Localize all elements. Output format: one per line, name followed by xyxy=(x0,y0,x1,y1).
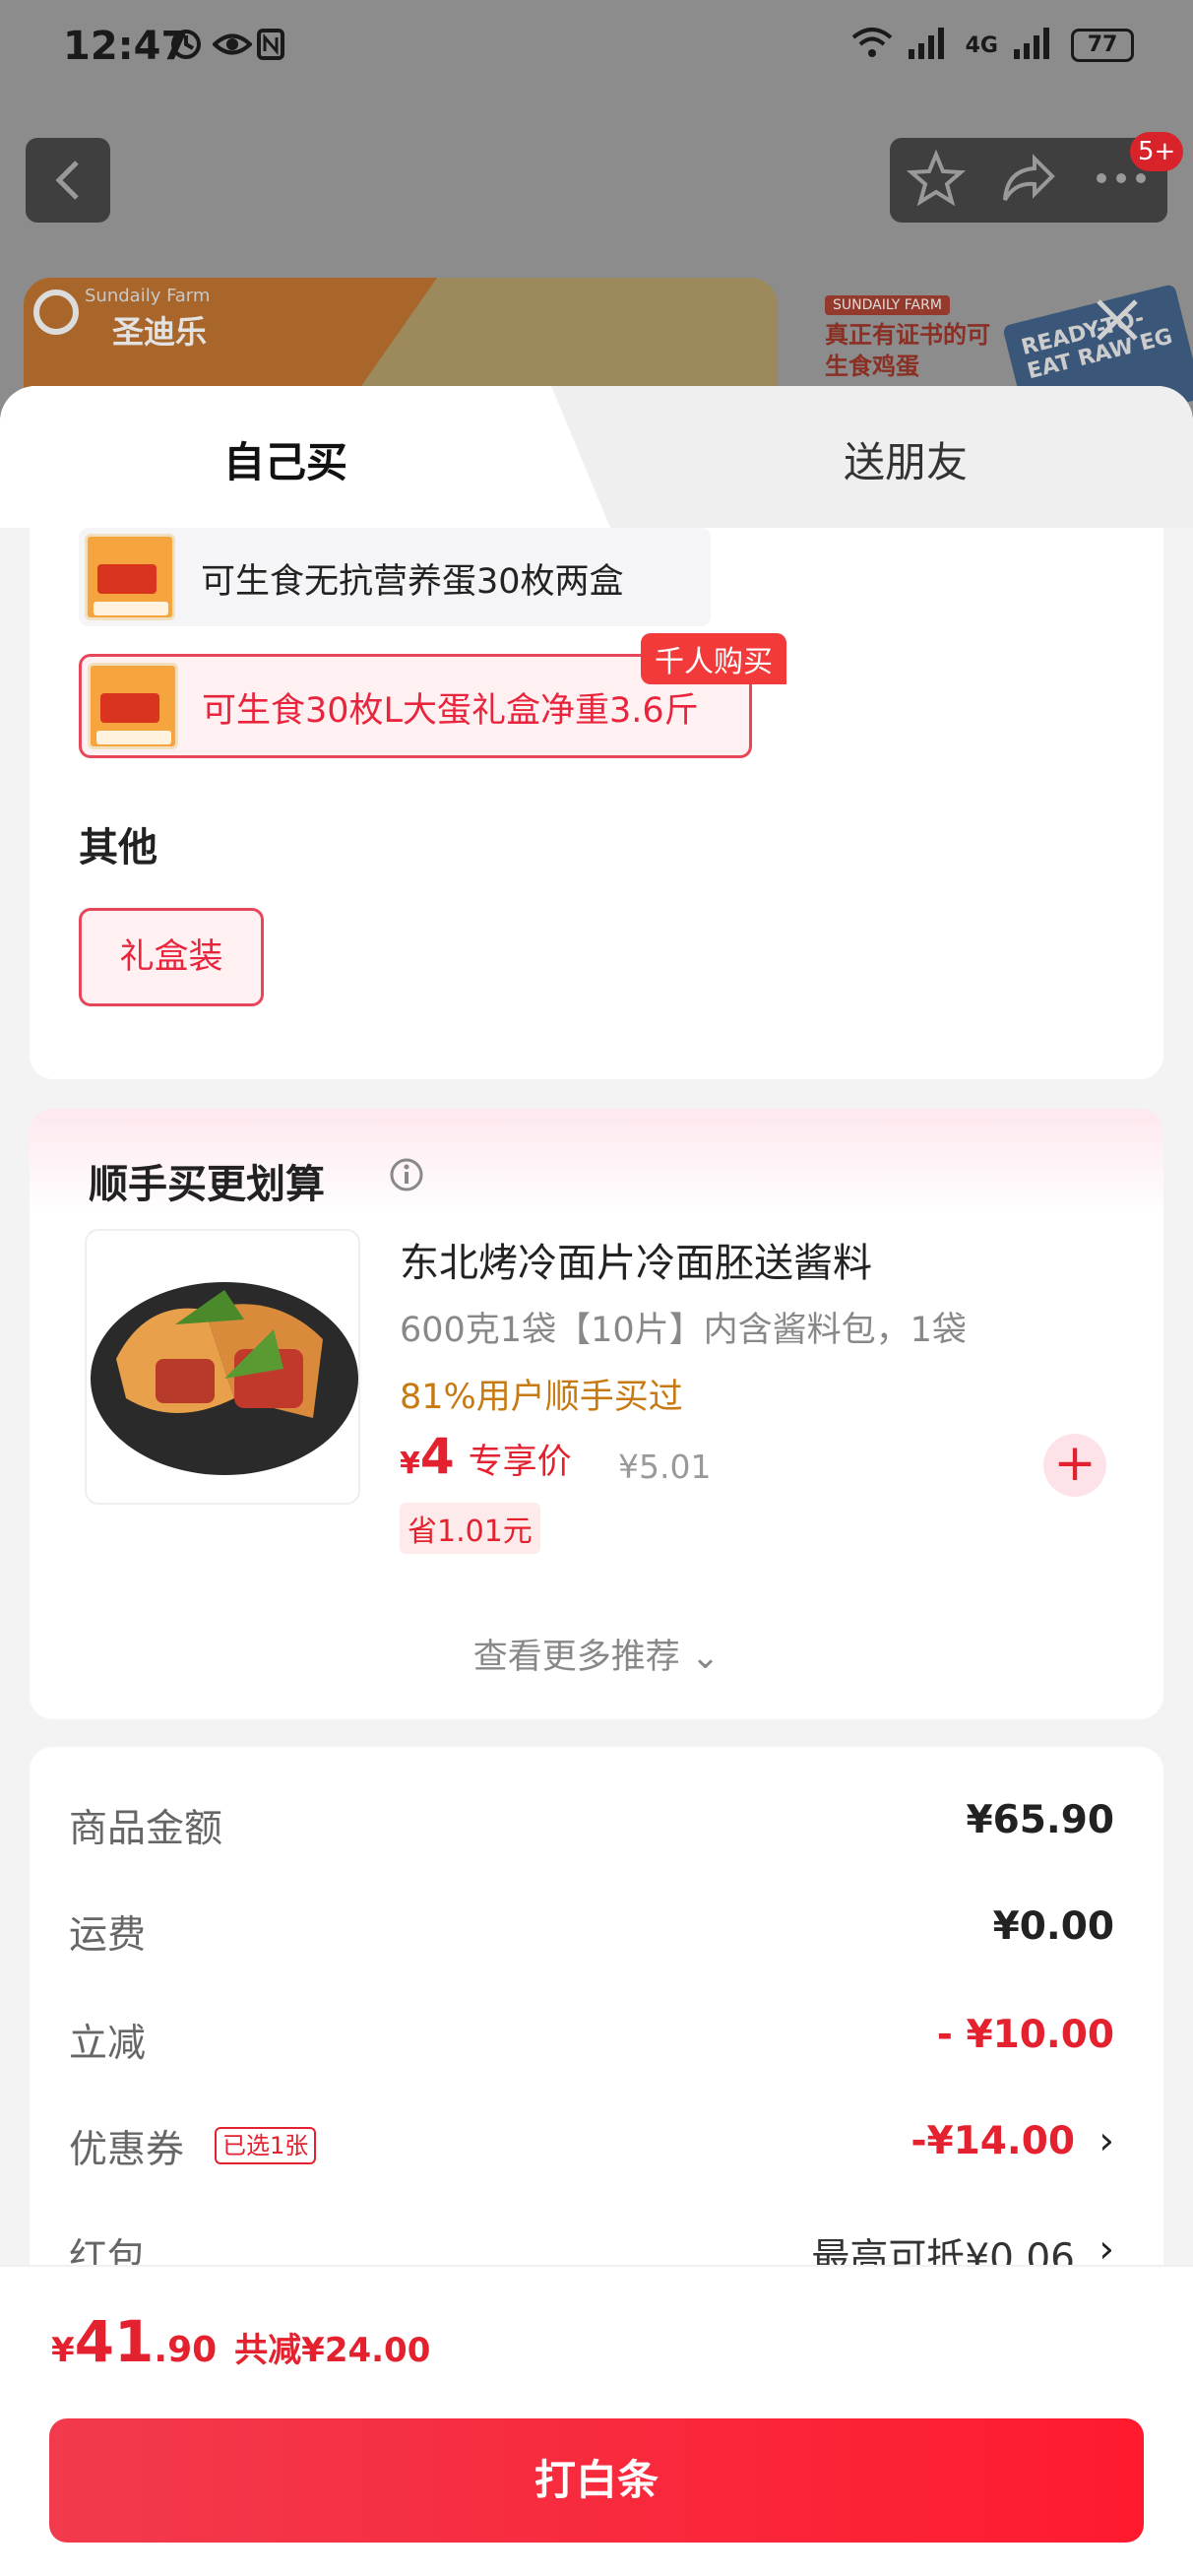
pay-button[interactable]: 打白条 xyxy=(49,2418,1144,2543)
notification-badge: 5+ xyxy=(1130,132,1184,171)
banner-tag: SUNDAILY FARM xyxy=(825,295,950,315)
price-currency: ¥ xyxy=(400,1447,420,1481)
purchase-sheet: 自己买 送朋友 可生食无抗营养蛋30枚两盒 可生食30枚L大蛋礼盒净重3.6斤 … xyxy=(0,386,1193,2576)
product-image[interactable] xyxy=(85,1229,360,1505)
section-heading-other: 其他 xyxy=(79,825,157,870)
tab-bar: 自己买 送朋友 xyxy=(0,386,1193,528)
row-discount: 立减 - ¥10.00 xyxy=(69,2013,1114,2072)
option-label: 可生食无抗营养蛋30枚两盒 xyxy=(201,562,624,602)
product-price: ¥4 专享价 xyxy=(400,1428,572,1485)
gift-box-option[interactable]: 礼盒装 xyxy=(79,908,264,1006)
banner-text: 真正有证书的可生食鸡蛋 xyxy=(825,321,990,380)
back-button[interactable] xyxy=(26,138,110,223)
status-icons xyxy=(169,28,289,61)
back-arrow-icon xyxy=(55,161,79,200)
total-saved: 共减¥24.00 xyxy=(234,2331,431,2370)
coupon-label: 优惠券 xyxy=(69,2128,185,2172)
total-price: ¥41.90 共减¥24.00 xyxy=(51,2308,430,2375)
chevron-right-icon: › xyxy=(1099,2119,1114,2163)
total-currency: ¥ xyxy=(51,2331,75,2370)
coupon-value: -¥14.00 xyxy=(910,2119,1075,2163)
row-goods: 商品金额 ¥65.90 xyxy=(69,1798,1114,1857)
upsell-title: 顺手买更划算 xyxy=(89,1162,325,1207)
option-thumbnail xyxy=(85,534,175,620)
wifi-icon xyxy=(851,26,893,65)
price-label: 专享价 xyxy=(468,1443,572,1482)
option-label: 可生食30枚L大蛋礼盒净重3.6斤 xyxy=(202,691,699,731)
more-icon[interactable] xyxy=(1092,168,1151,192)
shipping-label: 运费 xyxy=(69,1913,147,1958)
spec-option-gift-box-selected[interactable]: 可生食30枚L大蛋礼盒净重3.6斤 千人购买 xyxy=(79,633,786,758)
brand-logo-icon xyxy=(33,290,79,335)
network-label: 4G xyxy=(965,32,998,58)
discount-label: 立减 xyxy=(69,2022,147,2066)
info-icon[interactable] xyxy=(388,1156,425,1193)
more-recommendations-link[interactable]: 查看更多推荐 ⌄ xyxy=(30,1629,1163,1679)
shipping-value: ¥0.00 xyxy=(992,1904,1114,1949)
row-shipping: 运费 ¥0.00 xyxy=(69,1904,1114,1964)
nav-actions xyxy=(890,138,1167,223)
spec-card: 可生食无抗营养蛋30枚两盒 可生食30枚L大蛋礼盒净重3.6斤 千人购买 其他 … xyxy=(30,528,1163,1079)
upsell-card: 顺手买更划算 东北烤冷面片冷面胚送酱料 600克1袋【10片】内含酱料包，1袋 … xyxy=(30,1109,1163,1719)
row-coupon[interactable]: 优惠券 已选1张 -¥14.00 › xyxy=(69,2119,1114,2178)
product-buyers: 81%用户顺手买过 xyxy=(400,1378,683,1417)
coupon-tag: 已选1张 xyxy=(215,2127,317,2164)
product-name: 东北烤冷面片冷面胚送酱料 xyxy=(400,1241,872,1286)
discount-value: - ¥10.00 xyxy=(936,2013,1114,2057)
total-integer: 41 xyxy=(74,2308,155,2375)
spec-option-two-boxes[interactable]: 可生食无抗营养蛋30枚两盒 xyxy=(79,528,711,626)
signal-icon xyxy=(907,26,952,65)
nfc-icon xyxy=(256,28,289,61)
goods-label: 商品金额 xyxy=(69,1807,223,1851)
saving-badge: 省1.01元 xyxy=(400,1503,540,1554)
eye-icon xyxy=(212,28,253,61)
background-page: 12:47 4G 77 5+ Sundaily Farm 圣迪乐 SUNDAIL… xyxy=(0,0,1193,414)
price-value: 4 xyxy=(419,1428,455,1485)
total-decimal: .90 xyxy=(154,2330,218,2370)
status-right: 4G 77 xyxy=(851,26,1134,65)
add-item-button[interactable]: + xyxy=(1043,1434,1106,1497)
data-saver-icon xyxy=(169,28,203,61)
status-bar: 12:47 4G 77 xyxy=(0,0,1193,98)
goods-value: ¥65.90 xyxy=(966,1798,1115,1842)
checkout-bar: ¥41.90 共减¥24.00 打白条 xyxy=(0,2265,1193,2576)
original-price: ¥5.01 xyxy=(618,1448,712,1486)
popular-badge: 千人购买 xyxy=(641,633,786,684)
tab-friend[interactable]: 送朋友 xyxy=(610,429,1193,489)
close-icon[interactable] xyxy=(1093,295,1142,345)
option-thumbnail xyxy=(88,663,178,749)
brand-en: Sundaily Farm xyxy=(85,286,211,306)
star-icon[interactable] xyxy=(906,149,967,212)
tab-self[interactable]: 自己买 xyxy=(0,429,571,489)
battery-icon: 77 xyxy=(1071,29,1134,62)
product-spec: 600克1袋【10片】内含酱料包，1袋 xyxy=(400,1311,967,1350)
brand-cn: 圣迪乐 xyxy=(112,313,208,351)
share-icon[interactable] xyxy=(999,149,1058,212)
signal-icon-2 xyxy=(1012,26,1057,65)
